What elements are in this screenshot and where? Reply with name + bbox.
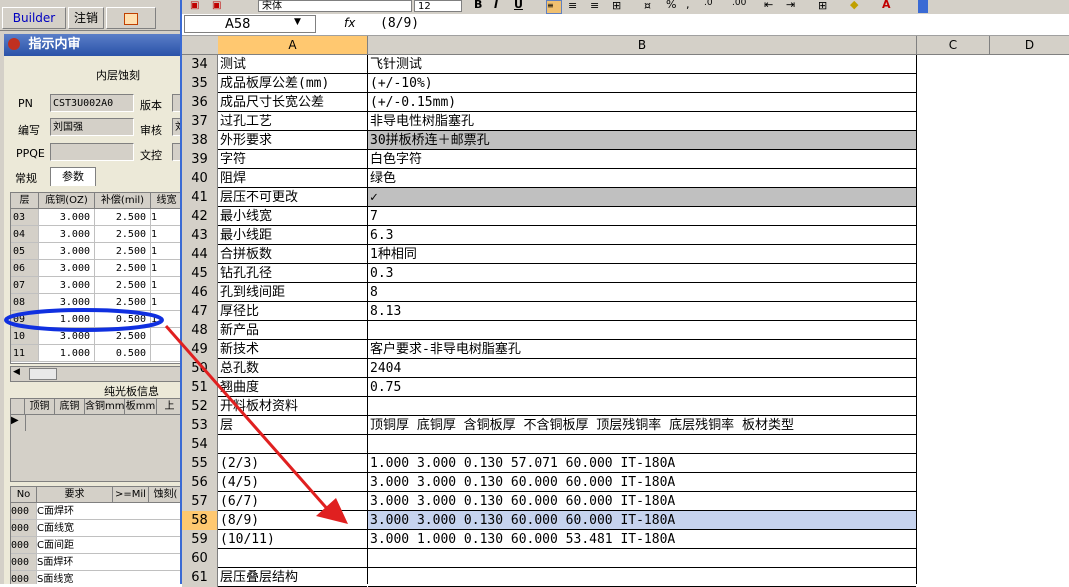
highlight-ellipse bbox=[4, 308, 164, 332]
annotation-arrow-line bbox=[164, 325, 332, 513]
annotation-overlay bbox=[4, 308, 348, 524]
